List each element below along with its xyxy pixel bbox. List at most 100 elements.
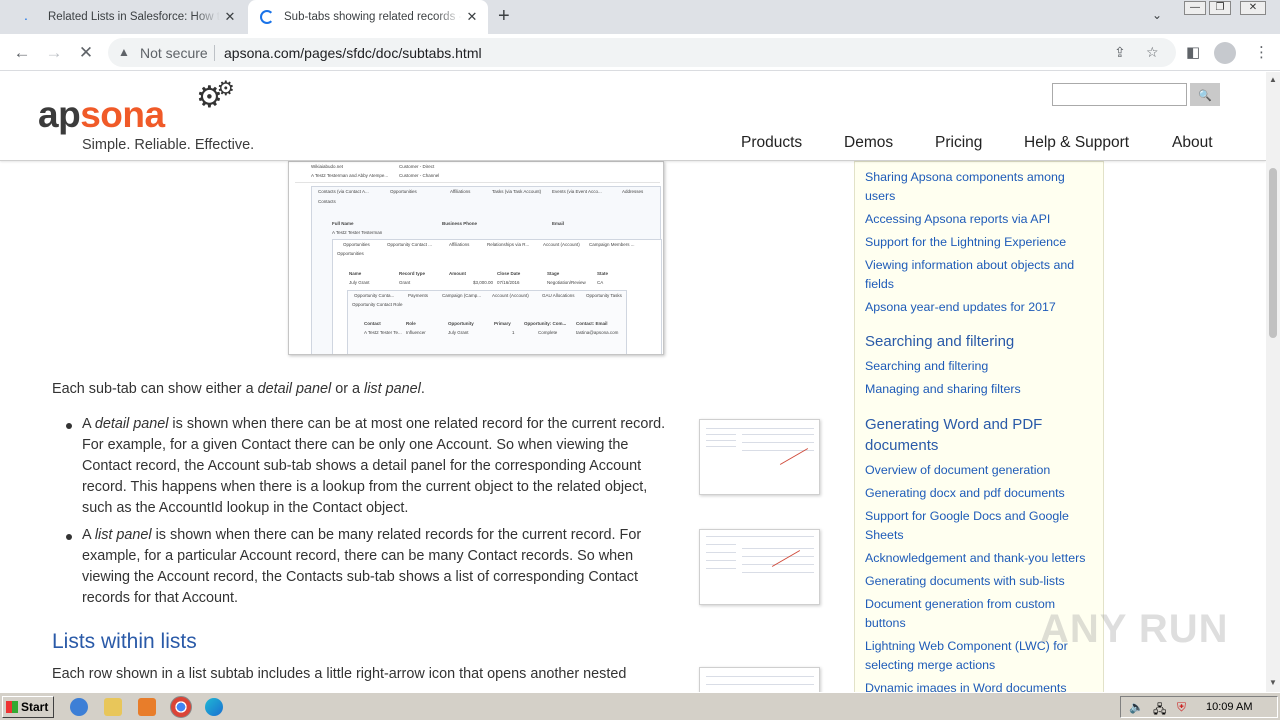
url-text[interactable]: apsona.com/pages/sfdc/doc/subtabs.html <box>224 45 482 61</box>
screenshot-text: Contact: Email <box>576 321 608 326</box>
screenshot-text: A Test2 Tester Te... <box>364 330 402 335</box>
menu-kebab-icon[interactable]: ⋮ <box>1254 43 1269 61</box>
browser-tab-subtabs[interactable]: Sub-tabs showing related records - A ✕ <box>248 0 488 34</box>
sidebar-link[interactable]: Acknowledgement and thank-you letters <box>865 549 1090 568</box>
nav-help-support[interactable]: Help & Support <box>1024 134 1129 152</box>
sidebar-link[interactable]: Support for Google Docs and Google Sheet… <box>865 507 1080 545</box>
screenshot-text: A Test2 Testerman and Abby Atempe... <box>311 173 389 178</box>
screenshot-text: $3,000.00 <box>473 280 494 285</box>
address-bar[interactable]: ▲ Not secure apsona.com/pages/sfdc/doc/s… <box>108 38 1176 67</box>
close-tab-icon[interactable]: ✕ <box>220 9 240 25</box>
list-panel-thumbnail-image[interactable] <box>699 529 820 605</box>
sidebar-link[interactable]: Overview of document generation <box>865 461 1090 480</box>
screenshot-tab: Opportunities <box>390 189 417 194</box>
sidebar-link[interactable]: Generating docx and pdf documents <box>865 484 1090 503</box>
sidebar-link[interactable]: Dynamic images in Word documents <box>865 679 1090 692</box>
screenshot-opportunities-panel: Opportunities Opportunity Contact ... Af… <box>332 239 662 354</box>
nav-pricing[interactable]: Pricing <box>935 134 982 152</box>
scroll-up-arrow-icon[interactable]: ▲ <box>1269 75 1277 84</box>
browser-toolbar: ← → ✕ ▲ Not secure apsona.com/pages/sfdc… <box>0 34 1280 71</box>
site-header: apsona ⚙⚙ Simple. Reliable. Effective. 🔍… <box>0 72 1266 161</box>
screenshot-text: July Grant <box>448 330 469 335</box>
volume-icon[interactable]: 🔈 <box>1129 700 1144 714</box>
tab-search-chevron-icon[interactable]: ⌄ <box>1152 8 1162 22</box>
sidebar-link[interactable]: Support for the Lightning Experience <box>865 233 1090 252</box>
nested-lists-thumbnail-image[interactable] <box>699 667 820 692</box>
site-search-button[interactable]: 🔍 <box>1190 83 1220 106</box>
forward-arrow-icon[interactable]: → <box>42 41 66 65</box>
screenshot-text: Full Name <box>332 221 354 226</box>
scrollbar-thumb[interactable] <box>1269 168 1277 338</box>
sidebar-link[interactable]: Sharing Apsona components among users <box>865 168 1090 206</box>
minimize-window-button[interactable]: — <box>1184 1 1206 15</box>
nav-about[interactable]: About <box>1172 134 1213 152</box>
share-icon[interactable]: ⇪ <box>1114 44 1126 61</box>
screenshot-text: Close Date <box>497 271 521 276</box>
folder-icon[interactable] <box>104 698 122 716</box>
close-window-button[interactable]: ✕ <box>1240 1 1266 15</box>
screenshot-text: Contact <box>364 321 381 326</box>
tab-title: Sub-tabs showing related records - A <box>284 11 462 23</box>
sidebar-link[interactable]: Apsona year-end updates for 2017 <box>865 298 1090 317</box>
screenshot-text: Wikiaiabudo.net <box>311 164 344 169</box>
detail-panel-thumbnail-image[interactable] <box>699 419 820 495</box>
screenshot-tab: Tasks (via Task Account) <box>492 189 542 194</box>
screenshot-text: State <box>597 271 609 276</box>
media-player-icon[interactable] <box>138 698 156 716</box>
bullet-dot <box>66 534 72 540</box>
screenshot-contacts-panel: Contacts (via Contact A... Opportunities… <box>311 186 662 354</box>
close-tab-icon[interactable]: ✕ <box>462 9 482 25</box>
screenshot-text: Opportunity <box>448 321 474 326</box>
scroll-down-arrow-icon[interactable]: ▼ <box>1269 678 1277 687</box>
screenshot-tab: Opportunity Contact ... <box>387 242 433 247</box>
screenshot-tab: Payments <box>408 293 429 298</box>
screenshot-text: A Test2 Tester Testerman <box>332 230 383 235</box>
stop-loading-icon[interactable]: ✕ <box>74 41 98 65</box>
page-favicon-icon: . <box>24 7 28 23</box>
security-label[interactable]: Not secure <box>140 45 208 61</box>
screenshot-text: Opportunities <box>337 251 364 256</box>
screenshot-text: 07/16/2016 <box>497 280 520 285</box>
screenshot-text: Customer - Direct <box>399 164 435 169</box>
address-divider <box>214 45 215 61</box>
edge-icon[interactable] <box>205 698 223 716</box>
site-search-input[interactable] <box>1052 83 1187 106</box>
security-shield-icon[interactable]: ⛨ <box>1177 700 1186 715</box>
sidebar-link[interactable]: Accessing Apsona reports via API <box>865 210 1090 229</box>
screenshot-text: CA <box>597 280 604 285</box>
loading-spinner-icon <box>260 10 274 24</box>
browser-tab-related-lists[interactable]: . Related Lists in Salesforce: How to S … <box>8 0 246 34</box>
lists-within-lists-paragraph: Each row shown in a list subtab includes… <box>52 666 627 682</box>
sidebar-link[interactable]: Viewing information about objects and fi… <box>865 256 1090 294</box>
sidebar-link[interactable]: Managing and sharing filters <box>865 380 1090 399</box>
section-heading-lists-within-lists: Lists within lists <box>52 630 197 653</box>
detail-panel-description: A detail panel is shown when there can b… <box>82 416 666 516</box>
sidebar-link[interactable]: Generating documents with sub-lists <box>865 572 1090 591</box>
page-scrollbar[interactable]: ▲ ▼ <box>1266 72 1280 692</box>
side-panel-icon[interactable]: ◧ <box>1186 43 1200 61</box>
screenshot-contact-role-panel: Opportunity Conta... Payments Campaign (… <box>347 290 627 354</box>
web-page: apsona ⚙⚙ Simple. Reliable. Effective. 🔍… <box>0 72 1266 692</box>
screenshot-text: tastina@apsona.com <box>576 330 619 335</box>
apsona-logo[interactable]: apsona <box>38 94 165 136</box>
screenshot-text: Opportunity: Com... <box>524 321 567 326</box>
nav-demos[interactable]: Demos <box>844 134 893 152</box>
screenshot-text: Email <box>552 221 565 226</box>
nav-products[interactable]: Products <box>741 134 802 152</box>
screenshot-text: 1 <box>512 330 515 335</box>
screenshot-divider <box>295 182 660 183</box>
chrome-icon[interactable] <box>170 696 192 718</box>
intro-paragraph: Each sub-tab can show either a detail pa… <box>52 381 425 397</box>
bookmark-star-icon[interactable]: ☆ <box>1146 44 1159 61</box>
restore-window-button[interactable]: ❐ <box>1209 1 1231 15</box>
back-arrow-icon[interactable]: ← <box>10 41 34 65</box>
new-tab-button[interactable]: + <box>498 6 510 26</box>
start-button[interactable]: Start <box>2 696 54 718</box>
warning-triangle-icon[interactable]: ▲ <box>118 45 130 59</box>
sidebar-link[interactable]: Searching and filtering <box>865 357 1090 376</box>
sidebar-heading-document-generation: Generating Word and PDF documents <box>865 416 1043 454</box>
network-icon[interactable]: 🖧 <box>1153 700 1166 721</box>
profile-avatar-icon[interactable] <box>1214 42 1236 64</box>
screenshot-tab: Campaign (Camp... <box>442 293 482 298</box>
internet-explorer-icon[interactable] <box>70 698 88 716</box>
